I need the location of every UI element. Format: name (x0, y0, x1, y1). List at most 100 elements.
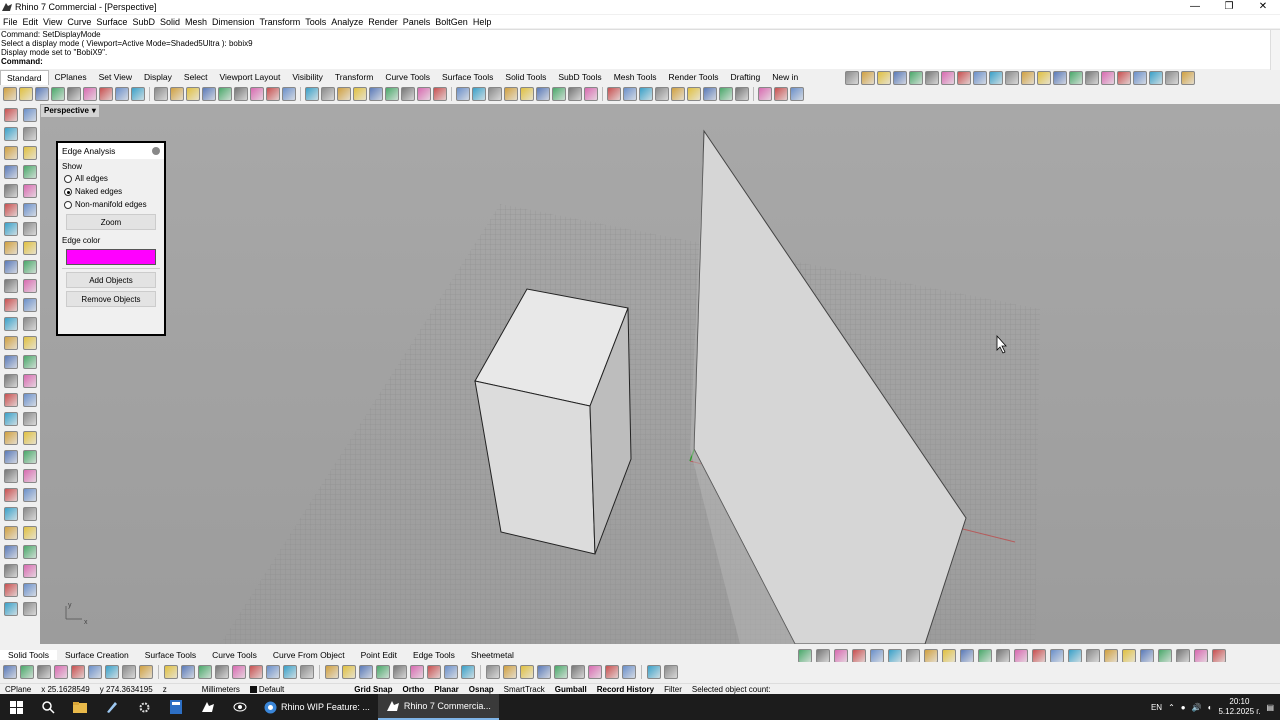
tool-icon[interactable] (774, 87, 788, 101)
tool-icon[interactable] (536, 87, 550, 101)
menu-item-edit[interactable]: Edit (20, 17, 41, 27)
tab-mesh-tools[interactable]: Mesh Tools (608, 70, 663, 84)
tool-icon[interactable] (215, 665, 229, 679)
menu-item-transform[interactable]: Transform (257, 17, 303, 27)
tool-icon[interactable] (23, 222, 37, 236)
tool-icon[interactable] (23, 165, 37, 179)
tool-icon[interactable] (198, 665, 212, 679)
tool-icon[interactable] (23, 317, 37, 331)
microphone-icon[interactable]: ● (1181, 703, 1186, 712)
tool-icon[interactable] (23, 507, 37, 521)
tool-icon[interactable] (472, 87, 486, 101)
command-prompt[interactable]: Command: (0, 57, 1280, 66)
tool-icon[interactable] (1212, 649, 1226, 663)
file-explorer-icon[interactable] (64, 694, 96, 720)
tool-icon[interactable] (588, 665, 602, 679)
tab-render-tools[interactable]: Render Tools (663, 70, 725, 84)
tool-icon[interactable] (1158, 649, 1172, 663)
tool-icon[interactable] (23, 564, 37, 578)
tool-icon[interactable] (232, 665, 246, 679)
add-objects-button[interactable]: Add Objects (66, 272, 156, 288)
tool-icon[interactable] (3, 87, 17, 101)
tool-icon[interactable] (4, 374, 18, 388)
eye-app-icon[interactable] (224, 694, 256, 720)
tool-icon[interactable] (23, 526, 37, 540)
tool-icon[interactable] (888, 649, 902, 663)
tool-icon[interactable] (4, 260, 18, 274)
tool-icon[interactable] (376, 665, 390, 679)
tool-icon[interactable] (164, 665, 178, 679)
tab-standard[interactable]: Standard (0, 69, 49, 85)
perspective-viewport[interactable]: y x (40, 104, 1280, 644)
tab-cplanes[interactable]: CPlanes (49, 70, 93, 84)
bottom-tab-curve-tools[interactable]: Curve Tools (204, 650, 265, 660)
menu-item-view[interactable]: View (40, 17, 64, 27)
tool-icon[interactable] (23, 488, 37, 502)
tool-icon[interactable] (1005, 71, 1019, 85)
menu-item-panels[interactable]: Panels (400, 17, 433, 27)
tool-icon[interactable] (427, 665, 441, 679)
tool-icon[interactable] (1194, 649, 1208, 663)
tool-icon[interactable] (20, 665, 34, 679)
tool-icon[interactable] (623, 87, 637, 101)
record-history-toggle[interactable]: Record History (592, 685, 659, 694)
tool-icon[interactable] (989, 71, 1003, 85)
radio-all-edges[interactable]: All edges (58, 172, 164, 185)
tool-icon[interactable] (845, 71, 859, 85)
tab-surface-tools[interactable]: Surface Tools (436, 70, 499, 84)
bottom-tab-sheetmetal[interactable]: Sheetmetal (463, 650, 522, 660)
tool-icon[interactable] (4, 222, 18, 236)
tool-icon[interactable] (4, 526, 18, 540)
radio-naked-edges[interactable]: Naked edges (58, 185, 164, 198)
tool-icon[interactable] (664, 665, 678, 679)
menu-item-mesh[interactable]: Mesh (182, 17, 209, 27)
tool-icon[interactable] (342, 665, 356, 679)
tool-icon[interactable] (417, 87, 431, 101)
tool-icon[interactable] (605, 665, 619, 679)
tool-icon[interactable] (877, 71, 891, 85)
clock[interactable]: 20:10 5.12.2025 г. (1218, 697, 1260, 717)
bottom-tab-point-edit[interactable]: Point Edit (353, 650, 405, 660)
tool-icon[interactable] (893, 71, 907, 85)
tool-icon[interactable] (942, 649, 956, 663)
bottom-tab-surface-tools[interactable]: Surface Tools (137, 650, 204, 660)
tool-icon[interactable] (503, 665, 517, 679)
osnap-toggle[interactable]: Osnap (464, 685, 499, 694)
tool-icon[interactable] (4, 507, 18, 521)
tool-icon[interactable] (504, 87, 518, 101)
tool-icon[interactable] (1069, 71, 1083, 85)
radio-button[interactable] (64, 188, 72, 196)
tool-icon[interactable] (1133, 71, 1147, 85)
tool-icon[interactable] (385, 87, 399, 101)
tool-icon[interactable] (456, 87, 470, 101)
menu-item-tools[interactable]: Tools (302, 17, 328, 27)
tool-icon[interactable] (23, 583, 37, 597)
filter-toggle[interactable]: Filter (659, 685, 687, 694)
pen-app-icon[interactable] (96, 694, 128, 720)
close-icon[interactable] (152, 147, 160, 155)
tab-select[interactable]: Select (178, 70, 214, 84)
tool-icon[interactable] (4, 412, 18, 426)
tool-icon[interactable] (4, 545, 18, 559)
tool-icon[interactable] (957, 71, 971, 85)
settings-gear-icon[interactable] (128, 694, 160, 720)
tool-icon[interactable] (99, 87, 113, 101)
tool-icon[interactable] (359, 665, 373, 679)
tool-icon[interactable] (1037, 71, 1051, 85)
tool-icon[interactable] (4, 298, 18, 312)
tool-icon[interactable] (305, 87, 319, 101)
tool-icon[interactable] (4, 279, 18, 293)
viewport-dropdown-icon[interactable]: ▾ (92, 105, 96, 117)
tool-icon[interactable] (978, 649, 992, 663)
taskbar-app-rhino-wip[interactable]: Rhino WIP Feature: ... (256, 694, 378, 720)
menu-item-curve[interactable]: Curve (64, 17, 93, 27)
bottom-tab-edge-tools[interactable]: Edge Tools (405, 650, 463, 660)
tool-icon[interactable] (4, 431, 18, 445)
tool-icon[interactable] (4, 393, 18, 407)
tool-icon[interactable] (4, 108, 18, 122)
viewport-title-tab[interactable]: Perspective ▾ (41, 105, 99, 117)
tool-icon[interactable] (71, 665, 85, 679)
tool-icon[interactable] (639, 87, 653, 101)
windows-start-icon[interactable] (0, 694, 32, 720)
tool-icon[interactable] (23, 469, 37, 483)
